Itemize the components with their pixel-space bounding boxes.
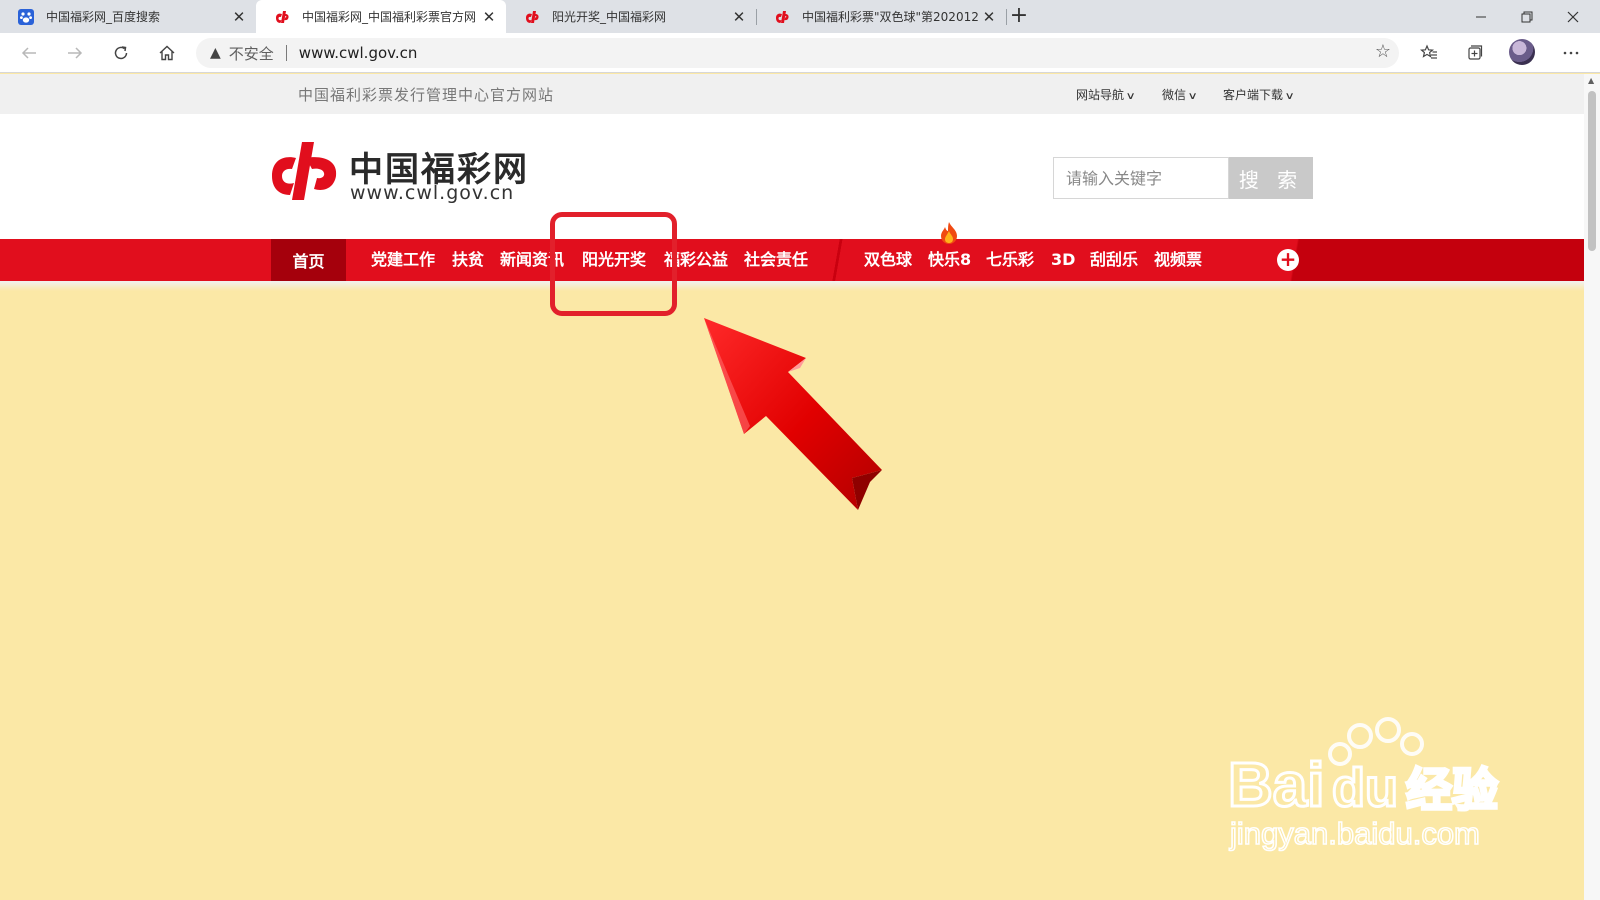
site-tagline: 中国福利彩票发行管理中心官方网站	[298, 86, 555, 104]
main-nav: 首页 党建工作 扶贫 新闻资讯 阳光开奖 福彩公益 社会责任 双色球 快乐8 七…	[0, 222, 1584, 281]
fire-icon	[941, 222, 957, 244]
watermark-url: jingyan.baidu.com	[1229, 816, 1480, 851]
header-shadow	[0, 281, 1584, 291]
top-link-app-download[interactable]: 客户端下载 ∨	[1223, 86, 1295, 103]
cwl-logo-icon	[524, 9, 540, 25]
minimize-icon[interactable]	[1458, 0, 1504, 33]
tab-title: 阳光开奖_中国福彩网	[552, 10, 667, 24]
watermark-brand-suffix: du	[1332, 758, 1398, 818]
forward-arrow-icon[interactable]	[60, 38, 90, 68]
address-bar[interactable]: ▲ 不安全 www.cwl.gov.cn ☆	[196, 38, 1399, 68]
top-link-site-nav[interactable]: 网站导航 ∨	[1076, 86, 1136, 103]
back-arrow-icon[interactable]	[14, 38, 44, 68]
tab-title: 中国福彩网_中国福利彩票官方网	[302, 10, 477, 24]
close-window-icon[interactable]	[1550, 0, 1596, 33]
chevron-down-icon: ∨	[1187, 91, 1198, 102]
site-top-strip: 中国福利彩票发行管理中心官方网站 网站导航 ∨ 微信 ∨ 客户端下载 ∨	[0, 74, 1584, 114]
search-input[interactable]	[1053, 157, 1229, 199]
close-tab-icon[interactable]: ✕	[228, 6, 250, 28]
nav-item-double-color-ball[interactable]: 双色球	[864, 239, 912, 281]
baidu-paw-icon	[18, 8, 34, 25]
favorites-list-icon[interactable]	[1414, 38, 1444, 68]
favorite-star-icon[interactable]: ☆	[1375, 41, 1391, 62]
page-viewport: 中国福利彩票发行管理中心官方网站 网站导航 ∨ 微信 ∨ 客户端下载 ∨ 中国福彩网 …	[0, 74, 1584, 900]
more-menu-icon[interactable]	[1556, 38, 1586, 68]
new-tab-button[interactable]: +	[1007, 5, 1031, 29]
site-header: 中国福彩网 www.cwl.gov.cn 搜 索	[0, 114, 1584, 239]
watermark-cn: 经验	[1406, 763, 1498, 817]
close-tab-icon[interactable]: ✕	[978, 6, 1000, 28]
logo-url[interactable]: www.cwl.gov.cn	[350, 182, 514, 204]
home-icon[interactable]	[152, 38, 182, 68]
close-tab-icon[interactable]: ✕	[478, 6, 500, 28]
close-tab-icon[interactable]: ✕	[728, 6, 750, 28]
red-pointer-arrow-icon	[704, 318, 882, 510]
top-link-wechat[interactable]: 微信 ∨	[1162, 86, 1198, 103]
cwl-logo-mark[interactable]	[268, 138, 344, 204]
top-link-label: 客户端下载	[1223, 88, 1284, 102]
nav-item-qilecai[interactable]: 七乐彩	[986, 239, 1034, 281]
address-divider	[285, 45, 287, 61]
baidu-jingyan-watermark: Bai du 经验 jingyan.baidu.com	[1228, 717, 1500, 852]
tab-sunshine-draw[interactable]: 阳光开奖_中国福彩网 ✕	[506, 0, 756, 33]
cwl-logo-icon	[274, 9, 290, 25]
chevron-down-icon: ∨	[1284, 91, 1295, 102]
restore-icon[interactable]	[1504, 0, 1550, 33]
cwl-logo-icon	[774, 9, 790, 25]
warning-triangle-icon[interactable]: ▲	[210, 45, 221, 61]
insecure-label[interactable]: 不安全	[229, 43, 274, 64]
nav-item-social-responsibility[interactable]: 社会责任	[744, 239, 808, 281]
tab-double-color-ball[interactable]: 中国福利彩票"双色球"第202012 ✕	[756, 0, 1006, 33]
tab-cwl-home[interactable]: 中国福彩网_中国福利彩票官方网 ✕	[256, 0, 506, 33]
nav-item-party-building[interactable]: 党建工作	[371, 239, 435, 281]
nav-item-poverty-relief[interactable]: 扶贫	[452, 239, 484, 281]
profile-avatar[interactable]	[1509, 39, 1535, 65]
tab-bar: 中国福彩网_百度搜索 ✕ 中国福彩网_中国福利彩票官方网 ✕ 阳光开奖_中国福彩…	[0, 0, 1600, 33]
nav-item-video-ticket[interactable]: 视频票	[1154, 239, 1202, 281]
nav-more-plus-icon[interactable]: +	[1277, 249, 1299, 271]
tab-title: 中国福彩网_百度搜索	[46, 10, 161, 24]
page-scrollbar[interactable]: ▲	[1584, 74, 1600, 900]
tab-baidu-search[interactable]: 中国福彩网_百度搜索 ✕	[0, 0, 256, 33]
top-link-label: 微信	[1162, 88, 1187, 102]
nav-item-3d[interactable]: 3D	[1051, 239, 1075, 281]
scroll-thumb[interactable]	[1588, 91, 1596, 251]
refresh-icon[interactable]	[106, 38, 136, 68]
collections-icon[interactable]	[1460, 38, 1490, 68]
highlight-box	[550, 212, 677, 316]
nav-item-home[interactable]: 首页	[271, 239, 346, 281]
browser-toolbar: ▲ 不安全 www.cwl.gov.cn ☆	[0, 33, 1600, 73]
nav-divider	[830, 239, 844, 281]
chevron-down-icon: ∨	[1125, 91, 1136, 102]
watermark-brand: Bai	[1228, 751, 1324, 820]
nav-item-scratch[interactable]: 刮刮乐	[1090, 239, 1138, 281]
nav-item-happy8[interactable]: 快乐8	[928, 239, 971, 281]
scroll-up-arrow-icon[interactable]: ▲	[1588, 76, 1594, 85]
url-text[interactable]: www.cwl.gov.cn	[299, 44, 418, 62]
search-button[interactable]: 搜 索	[1229, 157, 1313, 199]
tab-title: 中国福利彩票"双色球"第202012	[802, 10, 979, 24]
top-link-label: 网站导航	[1076, 88, 1125, 102]
